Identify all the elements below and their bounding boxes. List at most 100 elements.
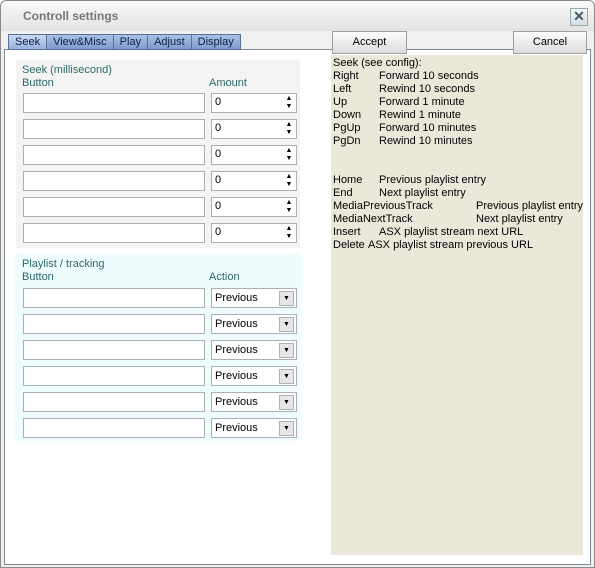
help-description: Rewind 10 minutes xyxy=(379,135,473,147)
seek-amount-value: 0 xyxy=(215,174,222,186)
help-key: PgUp xyxy=(333,122,361,134)
seek-group: Seek (millisecond) Button Amount 0 ▲ ▼ 0 ▲ ▼… xyxy=(16,60,300,248)
seek-amount-value: 0 xyxy=(215,200,222,212)
seek-button-input[interactable] xyxy=(23,223,205,243)
seek-amount-spinner[interactable]: 0 ▲ ▼ xyxy=(211,197,297,217)
help-description: ASX playlist stream previous URL xyxy=(368,239,534,251)
help-key: Left xyxy=(333,83,352,95)
seek-row: 0 ▲ ▼ xyxy=(16,171,300,191)
playlist-button-input[interactable] xyxy=(23,340,205,360)
tab-adjust[interactable]: Adjust xyxy=(147,34,191,50)
playlist-action-select[interactable]: Previous ▼ xyxy=(211,392,297,412)
seek-row: 0 ▲ ▼ xyxy=(16,93,300,113)
seek-button-input[interactable] xyxy=(23,119,205,139)
playlist-action-select[interactable]: Previous ▼ xyxy=(211,288,297,308)
playlist-action-value: Previous xyxy=(215,396,258,408)
seek-button-input[interactable] xyxy=(23,197,205,217)
seek-amount-spinner[interactable]: 0 ▲ ▼ xyxy=(211,145,297,165)
seek-amount-value: 0 xyxy=(215,226,222,238)
help-panel: Seek (see config): Right Forward 10 secon… xyxy=(331,55,583,555)
cancel-button[interactable]: Cancel xyxy=(513,31,587,54)
seek-button-input[interactable] xyxy=(23,93,205,113)
playlist-action-value: Previous xyxy=(215,292,258,304)
playlist-row: Previous ▼ xyxy=(16,340,300,360)
help-description: Forward 1 minute xyxy=(379,96,465,108)
help-key: MediaNextTrack xyxy=(333,213,413,225)
help-key: Down xyxy=(333,109,362,121)
help-key: Home xyxy=(333,174,363,186)
help-description: Forward 10 minutes xyxy=(379,122,477,134)
playlist-action-header: Action xyxy=(209,271,240,283)
help-key: Up xyxy=(333,96,348,108)
playlist-action-value: Previous xyxy=(215,318,258,330)
tab-play[interactable]: Play xyxy=(112,34,148,50)
help-description: Next playlist entry xyxy=(476,213,563,225)
window-title: Controll settings xyxy=(23,9,119,23)
playlist-row: Previous ▼ xyxy=(16,366,300,386)
seek-button-input[interactable] xyxy=(23,171,205,191)
help-description: Forward 10 seconds xyxy=(379,70,479,82)
seek-amount-spinner[interactable]: 0 ▲ ▼ xyxy=(211,119,297,139)
playlist-button-input[interactable] xyxy=(23,418,205,438)
chevron-down-icon[interactable]: ▼ xyxy=(279,343,294,358)
help-key: Right xyxy=(333,70,359,82)
tab-display[interactable]: Display xyxy=(190,34,241,50)
playlist-row: Previous ▼ xyxy=(16,288,300,308)
accept-button[interactable]: Accept xyxy=(332,31,407,54)
seek-group-title: Seek (millisecond) xyxy=(22,64,112,76)
tab-view-misc[interactable]: View&Misc xyxy=(46,34,113,50)
seek-amount-spinner[interactable]: 0 ▲ ▼ xyxy=(211,223,297,243)
help-key: End xyxy=(333,187,353,199)
playlist-button-input[interactable] xyxy=(23,288,205,308)
seek-row: 0 ▲ ▼ xyxy=(16,197,300,217)
help-key: MediaPreviousTrack xyxy=(333,200,433,212)
playlist-action-select[interactable]: Previous ▼ xyxy=(211,418,297,438)
chevron-down-icon[interactable]: ▼ xyxy=(279,369,294,384)
playlist-button-input[interactable] xyxy=(23,314,205,334)
help-key: PgDn xyxy=(333,135,361,147)
spin-arrows-icon[interactable]: ▲ ▼ xyxy=(284,173,294,189)
playlist-action-select[interactable]: Previous ▼ xyxy=(211,314,297,334)
spin-arrows-icon[interactable]: ▲ ▼ xyxy=(284,199,294,215)
help-key: Delete xyxy=(333,239,365,251)
playlist-button-input[interactable] xyxy=(23,392,205,412)
playlist-row: Previous ▼ xyxy=(16,314,300,334)
seek-button-input[interactable] xyxy=(23,145,205,165)
playlist-action-select[interactable]: Previous ▼ xyxy=(211,340,297,360)
playlist-action-value: Previous xyxy=(215,344,258,356)
seek-amount-spinner[interactable]: 0 ▲ ▼ xyxy=(211,93,297,113)
playlist-action-select[interactable]: Previous ▼ xyxy=(211,366,297,386)
close-button[interactable]: ✕ xyxy=(570,8,588,26)
help-description: ASX playlist stream next URL xyxy=(379,226,524,238)
help-description: Rewind 10 seconds xyxy=(379,83,476,95)
seek-row: 0 ▲ ▼ xyxy=(16,119,300,139)
spin-arrows-icon[interactable]: ▲ ▼ xyxy=(284,147,294,163)
playlist-action-value: Previous xyxy=(215,422,258,434)
seek-button-header: Button xyxy=(22,77,54,89)
chevron-down-icon[interactable]: ▼ xyxy=(279,395,294,410)
playlist-button-header: Button xyxy=(22,271,54,283)
playlist-button-input[interactable] xyxy=(23,366,205,386)
help-heading: Seek (see config): xyxy=(333,57,422,69)
playlist-group: Playlist / tracking Button Action Previo… xyxy=(16,254,300,440)
spin-arrows-icon[interactable]: ▲ ▼ xyxy=(284,121,294,137)
playlist-group-title: Playlist / tracking xyxy=(22,258,105,270)
playlist-row: Previous ▼ xyxy=(16,392,300,412)
playlist-row: Previous ▼ xyxy=(16,418,300,438)
chevron-down-icon[interactable]: ▼ xyxy=(279,317,294,332)
spin-arrows-icon[interactable]: ▲ ▼ xyxy=(284,95,294,111)
spin-arrows-icon[interactable]: ▲ ▼ xyxy=(284,225,294,241)
seek-row: 0 ▲ ▼ xyxy=(16,223,300,243)
seek-amount-value: 0 xyxy=(215,122,222,134)
title-bar: Controll settings ✕ xyxy=(1,1,594,31)
chevron-down-icon[interactable]: ▼ xyxy=(279,421,294,436)
seek-amount-header: Amount xyxy=(209,77,247,89)
help-key: Insert xyxy=(333,226,361,238)
chevron-down-icon[interactable]: ▼ xyxy=(279,291,294,306)
help-description: Previous playlist entry xyxy=(379,174,486,186)
tab-seek[interactable]: Seek xyxy=(8,34,47,50)
seek-amount-value: 0 xyxy=(215,96,222,108)
help-description: Rewind 1 minute xyxy=(379,109,461,121)
playlist-action-value: Previous xyxy=(215,370,258,382)
seek-amount-spinner[interactable]: 0 ▲ ▼ xyxy=(211,171,297,191)
